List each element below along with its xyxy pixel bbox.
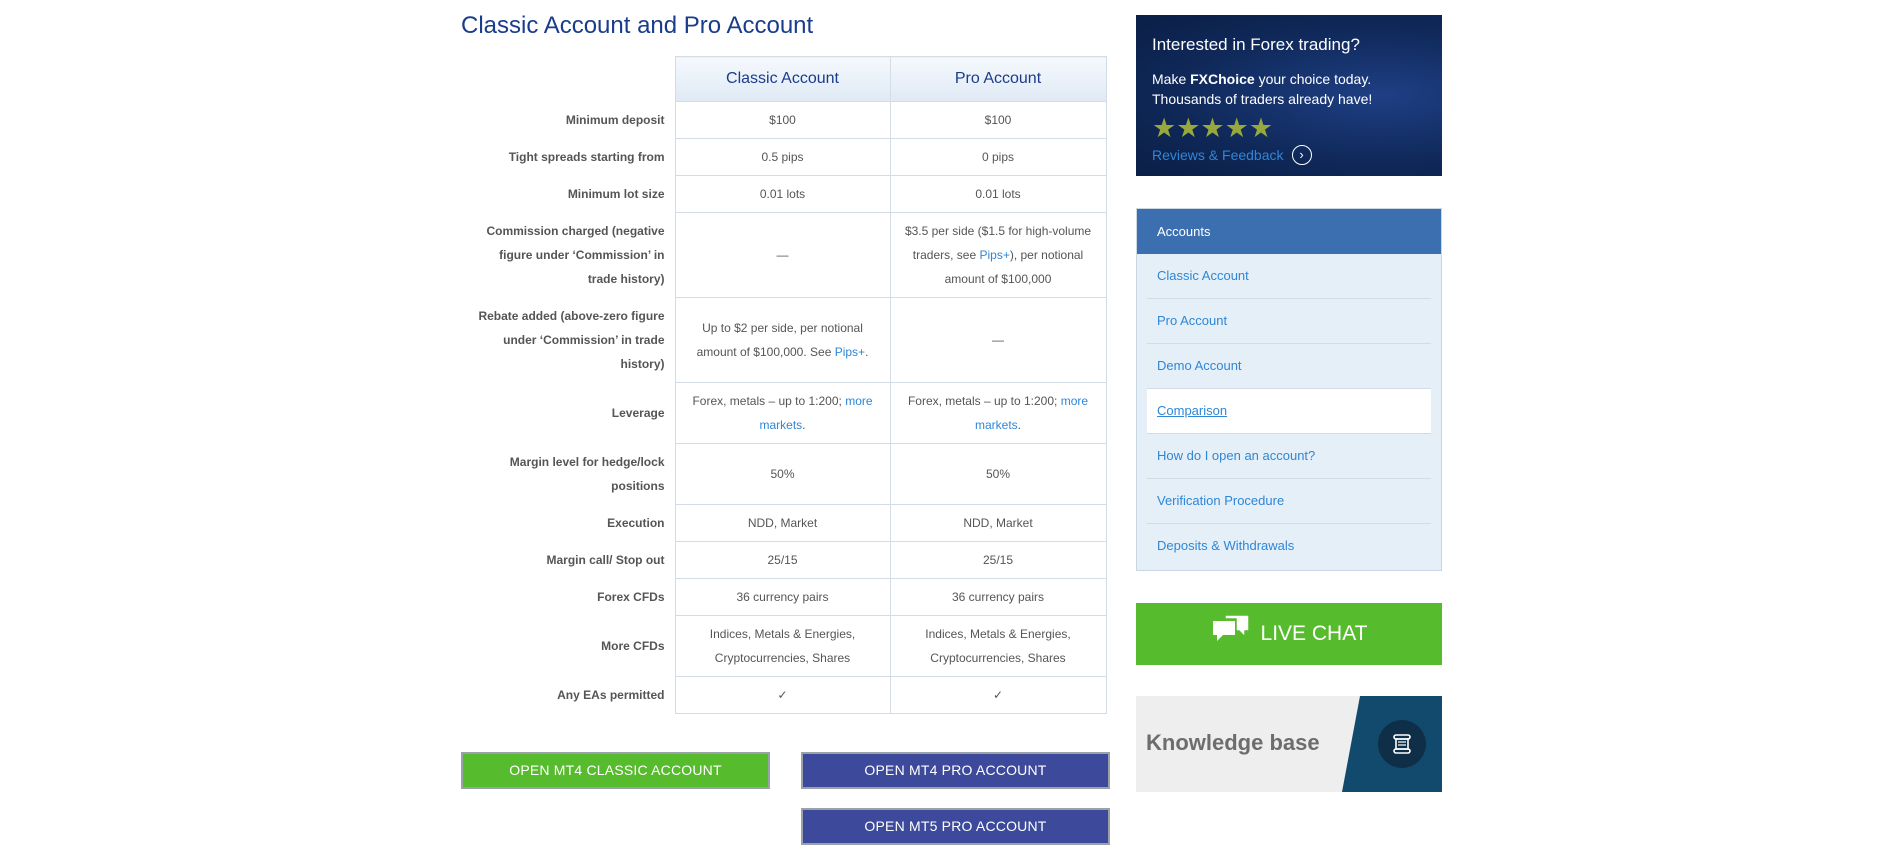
reviews-feedback-row: Reviews & Feedback ›: [1152, 145, 1426, 165]
promo-text: your choice today.: [1254, 71, 1372, 87]
header-pro-account: Pro Account: [889, 56, 1107, 102]
classic-check: ✓: [674, 676, 891, 714]
row-label: Margin level for hedge/lock positions: [461, 443, 676, 505]
pro-value: $100: [889, 101, 1107, 139]
pro-value: $3.5 per side ($1.5 for high-volume trad…: [889, 212, 1107, 298]
accounts-menu-item-deposits-withdrawals[interactable]: Deposits & Withdrawals: [1147, 524, 1431, 568]
forex-promo-banner: Interested in Forex trading? Make FXChoi…: [1136, 15, 1442, 176]
classic-value: Indices, Metals & Energies, Cryptocurren…: [674, 615, 891, 677]
promo-line-2: Thousands of traders already have!: [1152, 91, 1373, 107]
table-row: Leverage Forex, metals – up to 1:200; mo…: [461, 382, 1107, 444]
classic-value-text: Forex, metals – up to 1:200;: [692, 394, 846, 408]
table-row: Execution NDD, Market NDD, Market: [461, 504, 1107, 542]
row-label: Margin call/ Stop out: [461, 541, 676, 579]
page-title: Classic Account and Pro Account: [461, 12, 814, 39]
scroll-document-icon: [1378, 720, 1426, 768]
pro-check: ✓: [889, 676, 1107, 714]
promo-heading: Interested in Forex trading?: [1152, 35, 1360, 54]
row-label: Minimum lot size: [461, 175, 676, 213]
accounts-menu-title: Accounts: [1137, 209, 1441, 254]
chat-bubbles-icon: [1211, 613, 1251, 655]
open-mt4-classic-account-button[interactable]: OPEN MT4 CLASSIC ACCOUNT: [461, 752, 770, 789]
row-label: More CFDs: [461, 615, 676, 677]
classic-value: NDD, Market: [674, 504, 891, 542]
row-label: Rebate added (above-zero figure under ‘C…: [461, 297, 676, 383]
classic-value: Forex, metals – up to 1:200; more market…: [674, 382, 891, 444]
classic-value: 0.5 pips: [674, 138, 891, 176]
pro-value-text: Forex, metals – up to 1:200;: [907, 394, 1061, 408]
rating-stars-icon: ★★★★★: [1152, 113, 1274, 143]
row-label: Minimum deposit: [461, 101, 676, 139]
classic-value: 25/15: [674, 541, 891, 579]
classic-value: Up to $2 per side, per notional amount o…: [674, 297, 891, 383]
pro-value: 0 pips: [889, 138, 1107, 176]
open-mt5-pro-account-button[interactable]: OPEN MT5 PRO ACCOUNT: [801, 808, 1110, 845]
pro-value: NDD, Market: [889, 504, 1107, 542]
table-row: Margin call/ Stop out 25/15 25/15: [461, 541, 1107, 579]
promo-line-1: Make FXChoice your choice today.: [1152, 69, 1426, 89]
pro-value: 36 currency pairs: [889, 578, 1107, 616]
classic-value-text: .: [865, 345, 869, 359]
chevron-right-circle-icon[interactable]: ›: [1291, 145, 1312, 165]
classic-value-text: .: [802, 418, 806, 432]
table-row: Forex CFDs 36 currency pairs 36 currency…: [461, 578, 1107, 616]
live-chat-button[interactable]: LIVE CHAT: [1136, 603, 1442, 665]
row-label: Commission charged (negative figure unde…: [461, 212, 676, 298]
classic-value: 36 currency pairs: [674, 578, 891, 616]
reviews-feedback-link[interactable]: Reviews & Feedback: [1152, 147, 1284, 163]
pips-plus-link[interactable]: Pips+: [979, 248, 1009, 262]
pro-value: 25/15: [889, 541, 1107, 579]
knowledge-base-banner[interactable]: Knowledge base: [1136, 696, 1442, 792]
accounts-menu: Accounts Classic Account Pro Account Dem…: [1136, 208, 1442, 571]
accounts-menu-item-verification[interactable]: Verification Procedure: [1147, 479, 1431, 524]
accounts-menu-item-demo-account[interactable]: Demo Account: [1147, 344, 1431, 389]
row-label: Execution: [461, 504, 676, 542]
knowledge-base-label: Knowledge base: [1146, 730, 1320, 755]
row-label: Any EAs permitted: [461, 676, 676, 714]
row-label: Leverage: [461, 382, 676, 444]
classic-value: 0.01 lots: [674, 175, 891, 213]
table-row: More CFDs Indices, Metals & Energies, Cr…: [461, 615, 1107, 677]
table-row: Any EAs permitted ✓ ✓: [461, 676, 1107, 714]
accounts-menu-item-how-to-open[interactable]: How do I open an account?: [1147, 434, 1431, 479]
row-label: Forex CFDs: [461, 578, 676, 616]
table-row: Minimum lot size 0.01 lots 0.01 lots: [461, 175, 1107, 213]
header-classic-account: Classic Account: [674, 56, 891, 102]
row-label: Tight spreads starting from: [461, 138, 676, 176]
pro-value: 50%: [889, 443, 1107, 505]
table-row: Commission charged (negative figure unde…: [461, 212, 1107, 298]
pro-value: —: [889, 297, 1107, 383]
comparison-table: Classic Account Pro Account Minimum depo…: [461, 56, 1107, 714]
classic-value: $100: [674, 101, 891, 139]
classic-value: 50%: [674, 443, 891, 505]
header-empty-cell: [461, 56, 676, 102]
open-mt4-pro-account-button[interactable]: OPEN MT4 PRO ACCOUNT: [801, 752, 1110, 789]
pro-value: 0.01 lots: [889, 175, 1107, 213]
table-row: Rebate added (above-zero figure under ‘C…: [461, 297, 1107, 383]
table-row: Minimum deposit $100 $100: [461, 101, 1107, 139]
live-chat-label: LIVE CHAT: [1260, 622, 1368, 645]
pro-value-text: .: [1017, 418, 1022, 432]
accounts-menu-item-classic-account[interactable]: Classic Account: [1147, 254, 1431, 299]
accounts-menu-item-pro-account[interactable]: Pro Account: [1147, 299, 1431, 344]
accounts-menu-item-comparison[interactable]: Comparison: [1147, 389, 1431, 434]
promo-text: Make: [1152, 71, 1191, 87]
pro-value: Forex, metals – up to 1:200; more market…: [889, 382, 1107, 444]
pro-value: Indices, Metals & Energies, Cryptocurren…: [889, 615, 1107, 677]
classic-value: —: [674, 212, 891, 298]
pips-plus-link[interactable]: Pips+: [835, 345, 865, 359]
table-row: Margin level for hedge/lock positions 50…: [461, 443, 1107, 505]
promo-brand: FXChoice: [1190, 71, 1255, 87]
table-row: Tight spreads starting from 0.5 pips 0 p…: [461, 138, 1107, 176]
